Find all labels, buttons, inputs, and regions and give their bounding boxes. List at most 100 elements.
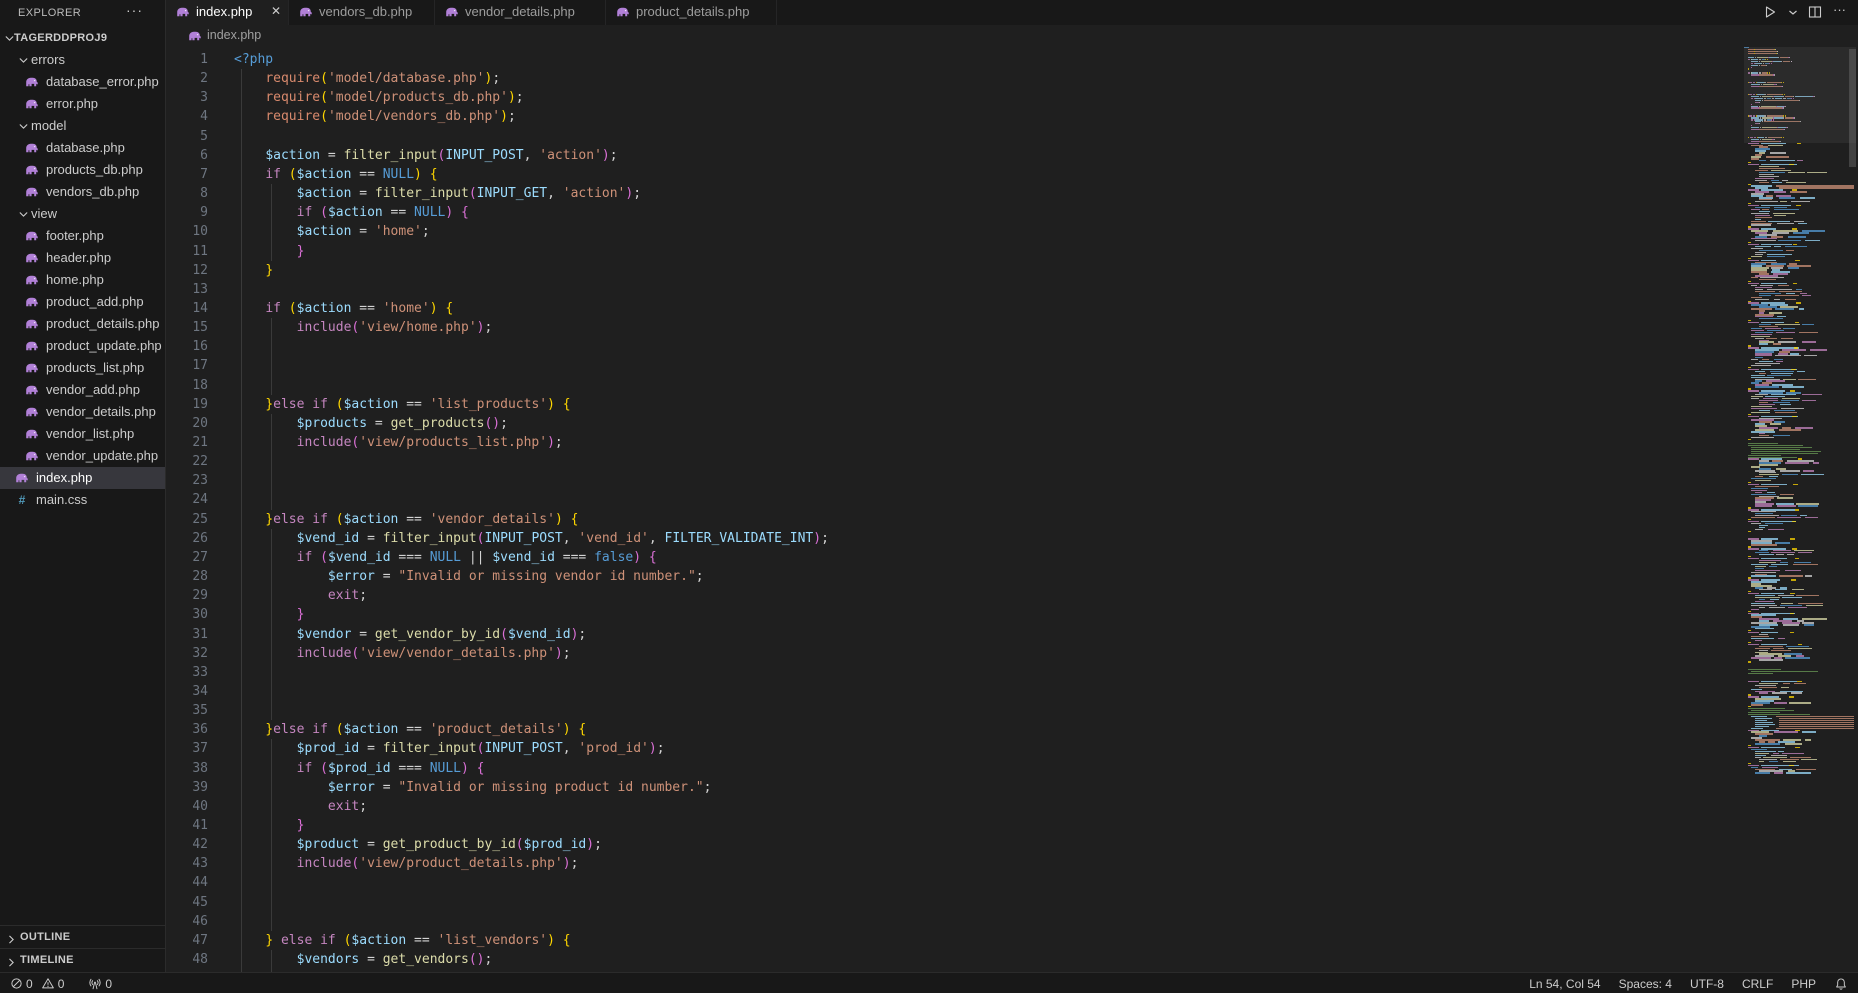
timeline-section-header[interactable]: TIMELINE: [0, 948, 165, 971]
run-button[interactable]: [1759, 0, 1781, 25]
tree-item-view[interactable]: view: [0, 203, 165, 225]
tree-item-errors[interactable]: errors: [0, 49, 165, 71]
language-mode[interactable]: PHP: [1791, 977, 1816, 991]
code-line-40[interactable]: 40 exit;: [167, 797, 1858, 817]
code-line-46[interactable]: 46: [167, 912, 1858, 932]
outline-section-header[interactable]: OUTLINE: [0, 925, 165, 948]
tree-item-vendor_add-php[interactable]: vendor_add.php: [0, 379, 165, 401]
code-line-47[interactable]: 47 } else if ($action == 'list_vendors')…: [167, 931, 1858, 951]
tree-item-home-php[interactable]: home.php: [0, 269, 165, 291]
tree-item-error-php[interactable]: error.php: [0, 93, 165, 115]
line-number: 29: [167, 586, 208, 605]
code-line-15[interactable]: 15 include('view/home.php');: [167, 318, 1858, 338]
code-line-14[interactable]: 14 if ($action == 'home') {: [167, 299, 1858, 319]
code-line-24[interactable]: 24: [167, 490, 1858, 510]
code-line-30[interactable]: 30 }: [167, 605, 1858, 625]
tree-item-product_update-php[interactable]: product_update.php: [0, 335, 165, 357]
notifications-bell-icon[interactable]: [1834, 977, 1848, 991]
code-line-43[interactable]: 43 include('view/product_details.php');: [167, 854, 1858, 874]
line-content: require('model/database.php');: [234, 69, 500, 88]
code-line-20[interactable]: 20 $products = get_products();: [167, 414, 1858, 434]
code-line-48[interactable]: 48 $vendors = get_vendors();: [167, 950, 1858, 970]
code-line-3[interactable]: 3 require('model/products_db.php');: [167, 88, 1858, 108]
code-line-44[interactable]: 44: [167, 873, 1858, 893]
tree-item-header-php[interactable]: header.php: [0, 247, 165, 269]
more-actions-button[interactable]: ···: [1830, 0, 1852, 25]
php-file-icon: [24, 316, 40, 332]
breadcrumb-file[interactable]: index.php: [207, 28, 261, 42]
split-editor-button[interactable]: [1804, 0, 1826, 25]
encoding[interactable]: UTF-8: [1690, 977, 1724, 991]
code-line-4[interactable]: 4 require('model/vendors_db.php');: [167, 107, 1858, 127]
code-editor[interactable]: 1<?php2 require('model/database.php');3 …: [167, 47, 1858, 972]
tree-item-vendor_list-php[interactable]: vendor_list.php: [0, 423, 165, 445]
code-line-18[interactable]: 18: [167, 376, 1858, 396]
tree-item-vendors_db-php[interactable]: vendors_db.php: [0, 181, 165, 203]
code-line-21[interactable]: 21 include('view/products_list.php');: [167, 433, 1858, 453]
code-line-1[interactable]: 1<?php: [167, 50, 1858, 70]
code-line-38[interactable]: 38 if ($prod_id === NULL) {: [167, 759, 1858, 779]
code-line-29[interactable]: 29 exit;: [167, 586, 1858, 606]
code-line-16[interactable]: 16: [167, 337, 1858, 357]
code-line-11[interactable]: 11 }: [167, 242, 1858, 262]
run-dropdown-chevron-icon[interactable]: [1785, 0, 1799, 25]
tree-item-database-php[interactable]: database.php: [0, 137, 165, 159]
cursor-position[interactable]: Ln 54, Col 54: [1529, 977, 1600, 991]
code-line-10[interactable]: 10 $action = 'home';: [167, 222, 1858, 242]
tab-vendors_db-php[interactable]: vendors_db.php: [290, 0, 435, 25]
php-file-icon: [24, 404, 40, 420]
code-line-35[interactable]: 35: [167, 701, 1858, 721]
tree-item-products_list-php[interactable]: products_list.php: [0, 357, 165, 379]
code-line-28[interactable]: 28 $error = "Invalid or missing vendor i…: [167, 567, 1858, 587]
code-line-26[interactable]: 26 $vend_id = filter_input(INPUT_POST, '…: [167, 529, 1858, 549]
tree-item-products_db-php[interactable]: products_db.php: [0, 159, 165, 181]
tree-item-product_add-php[interactable]: product_add.php: [0, 291, 165, 313]
line-content: require('model/products_db.php');: [234, 88, 524, 107]
code-line-32[interactable]: 32 include('view/vendor_details.php');: [167, 644, 1858, 664]
line-number: 16: [167, 337, 208, 356]
code-line-39[interactable]: 39 $error = "Invalid or missing product …: [167, 778, 1858, 798]
code-line-5[interactable]: 5: [167, 127, 1858, 147]
tree-item-main-css[interactable]: # main.css: [0, 489, 165, 511]
code-line-7[interactable]: 7 if ($action == NULL) {: [167, 165, 1858, 185]
code-line-2[interactable]: 2 require('model/database.php');: [167, 69, 1858, 89]
line-content: $error = "Invalid or missing vendor id n…: [234, 567, 704, 586]
tab-index-php[interactable]: index.php✕: [167, 0, 289, 25]
tree-item-vendor_details-php[interactable]: vendor_details.php: [0, 401, 165, 423]
ports-indicator[interactable]: 0: [84, 973, 116, 993]
code-line-33[interactable]: 33: [167, 663, 1858, 683]
indentation[interactable]: Spaces: 4: [1619, 977, 1672, 991]
code-line-12[interactable]: 12 }: [167, 261, 1858, 281]
tab-product_details-php[interactable]: product_details.php: [607, 0, 777, 25]
code-line-19[interactable]: 19 }else if ($action == 'list_products')…: [167, 395, 1858, 415]
code-line-27[interactable]: 27 if ($vend_id === NULL || $vend_id ===…: [167, 548, 1858, 568]
code-line-9[interactable]: 9 if ($action == NULL) {: [167, 203, 1858, 223]
code-line-22[interactable]: 22: [167, 452, 1858, 472]
code-line-37[interactable]: 37 $prod_id = filter_input(INPUT_POST, '…: [167, 739, 1858, 759]
tab-vendor_details-php[interactable]: vendor_details.php: [436, 0, 606, 25]
code-line-34[interactable]: 34: [167, 682, 1858, 702]
php-file-icon: [24, 140, 40, 156]
code-line-36[interactable]: 36 }else if ($action == 'product_details…: [167, 720, 1858, 740]
tree-item-product_details-php[interactable]: product_details.php: [0, 313, 165, 335]
tree-item-vendor_update-php[interactable]: vendor_update.php: [0, 445, 165, 467]
root-folder-row[interactable]: TAGERDDPROJ9: [0, 27, 165, 49]
code-line-42[interactable]: 42 $product = get_product_by_id($prod_id…: [167, 835, 1858, 855]
tree-item-database_error-php[interactable]: database_error.php: [0, 71, 165, 93]
explorer-more-button[interactable]: ···: [126, 2, 143, 18]
code-line-31[interactable]: 31 $vendor = get_vendor_by_id($vend_id);: [167, 625, 1858, 645]
eol-sequence[interactable]: CRLF: [1742, 977, 1773, 991]
tree-item-model[interactable]: model: [0, 115, 165, 137]
problems-indicator[interactable]: 0 0: [6, 973, 68, 993]
code-line-23[interactable]: 23: [167, 471, 1858, 491]
tree-item-index-php[interactable]: index.php: [0, 467, 165, 489]
code-line-6[interactable]: 6 $action = filter_input(INPUT_POST, 'ac…: [167, 146, 1858, 166]
close-icon[interactable]: ✕: [271, 4, 281, 18]
code-line-13[interactable]: 13: [167, 280, 1858, 300]
code-line-25[interactable]: 25 }else if ($action == 'vendor_details'…: [167, 510, 1858, 530]
code-line-17[interactable]: 17: [167, 356, 1858, 376]
code-line-41[interactable]: 41 }: [167, 816, 1858, 836]
tree-item-footer-php[interactable]: footer.php: [0, 225, 165, 247]
code-line-45[interactable]: 45: [167, 893, 1858, 913]
code-line-8[interactable]: 8 $action = filter_input(INPUT_GET, 'act…: [167, 184, 1858, 204]
